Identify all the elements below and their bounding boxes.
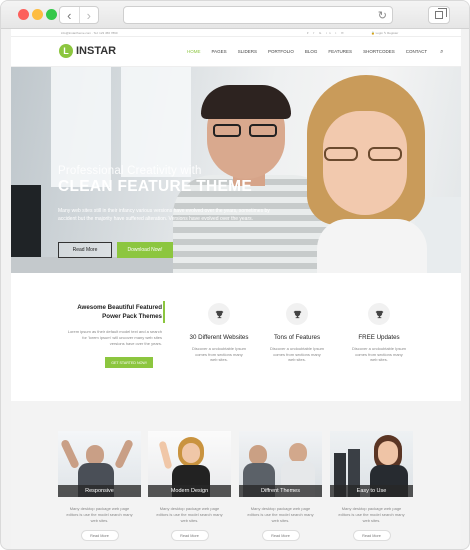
woman-top — [317, 219, 427, 273]
search-icon[interactable]: ⌕ — [440, 49, 443, 56]
address-bar[interactable]: ↻ — [123, 6, 393, 24]
card-image[interactable]: Modern Design — [148, 431, 231, 497]
feature-title: 30 Different Websites — [189, 334, 249, 341]
menu-item-portfolio[interactable]: PORTFOLIO — [268, 49, 294, 56]
tabs-overview-button[interactable] — [428, 6, 450, 24]
card-read-more-button[interactable]: Read More — [352, 530, 391, 541]
window-light — [121, 67, 191, 177]
feature-title: Tons of Features — [273, 334, 321, 341]
browser-window: ‹ › ↻ info@instartheme.com · Tel: 123 45… — [0, 0, 470, 550]
close-window-button[interactable] — [18, 9, 29, 20]
features-intro-text: Lorem ipsum as their default model text … — [67, 329, 162, 346]
card-text: Many desktop package web page editors is… — [156, 506, 223, 523]
cards-section: Responsive Many desktop package web page… — [11, 401, 461, 549]
card-read-more-button[interactable]: Read More — [170, 530, 209, 541]
man-glasses — [211, 124, 281, 137]
browser-toolbar: ‹ › ↻ — [1, 1, 469, 29]
card-text: Many desktop package web page editors is… — [66, 506, 133, 523]
hero-slider: Professional Creativity with CLEAN FEATU… — [11, 67, 461, 273]
menu-item-pages[interactable]: PAGES — [212, 49, 227, 56]
trophy-icon — [208, 303, 230, 325]
trophy-icon — [368, 303, 390, 325]
feature-item: 30 Different Websites Discover a undoubt… — [179, 303, 259, 363]
menu-item-blog[interactable]: BLOG — [305, 49, 318, 56]
card-responsive: Responsive Many desktop package web page… — [58, 431, 141, 541]
minimize-window-button[interactable] — [32, 9, 43, 20]
feature-item: Tons of Features Discover a undoubtable … — [257, 303, 337, 363]
history-nav: ‹ › — [59, 6, 99, 24]
card-label: Diffrent Themes — [239, 485, 322, 497]
man-hair — [201, 85, 291, 119]
read-more-button[interactable]: Read More — [58, 242, 112, 258]
trophy-icon — [286, 303, 308, 325]
menu-item-sliders[interactable]: SLIDERS — [238, 49, 257, 56]
card-image[interactable]: Responsive — [58, 431, 141, 497]
card-image[interactable]: Diffrent Themes — [239, 431, 322, 497]
site-header: L INSTAR HOME PAGES SLIDERS PORTFOLIO BL… — [11, 37, 461, 67]
logo-mark: L — [59, 44, 73, 58]
logo[interactable]: L INSTAR — [59, 44, 116, 58]
get-started-button[interactable]: GET STARTED NOW! — [105, 357, 153, 368]
back-button[interactable]: ‹ — [60, 7, 79, 23]
social-links[interactable]: ▾ f G in t ✉ — [307, 31, 346, 35]
card-label: Responsive — [58, 485, 141, 497]
woman-face — [323, 111, 407, 215]
tabs-icon — [435, 8, 447, 19]
card-label: Easy to Use — [330, 485, 413, 497]
features-section: Awesome Beautiful Featured Power Pack Th… — [11, 273, 461, 401]
card-text: Many desktop package web page editors is… — [247, 506, 314, 523]
menu-item-shortcodes[interactable]: SHORTCODES — [363, 49, 395, 56]
features-intro: Awesome Beautiful Featured Power Pack Th… — [67, 303, 162, 347]
hero-title: CLEAN FEATURE THEME — [58, 178, 252, 195]
contact-info: info@instartheme.com · Tel: 123 456 7890 — [61, 31, 118, 35]
maximize-window-button[interactable] — [46, 9, 57, 20]
forward-button[interactable]: › — [78, 7, 99, 23]
menu-item-features[interactable]: FEATURES — [328, 49, 352, 56]
website: info@instartheme.com · Tel: 123 456 7890… — [11, 29, 461, 549]
feature-item: FREE Updates Discover a undoubtable Ipsu… — [339, 303, 419, 363]
card-easy-to-use: Easy to Use Many desktop package web pag… — [330, 431, 413, 541]
main-menu: HOME PAGES SLIDERS PORTFOLIO BLOG FEATUR… — [187, 49, 455, 56]
top-info-bar: info@instartheme.com · Tel: 123 456 7890… — [11, 29, 461, 37]
card-read-more-button[interactable]: Read More — [80, 530, 119, 541]
card-label: Modern Design — [148, 485, 231, 497]
features-intro-title: Awesome Beautiful Featured Power Pack Th… — [77, 304, 162, 320]
feature-description: Discover a undoubtable Ipsum comes from … — [269, 346, 325, 362]
menu-item-contact[interactable]: CONTACT — [406, 49, 427, 56]
hero-description: Many web sites still in their infancy va… — [58, 208, 270, 222]
accent-divider — [163, 301, 165, 323]
download-now-button[interactable]: Download Now! — [117, 242, 173, 258]
card-modern-design: Modern Design Many desktop package web p… — [148, 431, 231, 541]
hero-subtitle: Professional Creativity with — [58, 165, 202, 177]
feature-title: FREE Updates — [358, 334, 400, 341]
menu-item-home[interactable]: HOME — [187, 49, 201, 56]
reload-icon[interactable]: ↻ — [378, 9, 387, 22]
card-different-themes: Diffrent Themes Many desktop package web… — [239, 431, 322, 541]
logo-text: INSTAR — [76, 45, 117, 57]
card-read-more-button[interactable]: Read More — [261, 530, 300, 541]
card-text: Many desktop package web page editors is… — [338, 506, 405, 523]
card-image[interactable]: Easy to Use — [330, 431, 413, 497]
feature-description: Discover a undoubtable Ipsum comes from … — [351, 346, 407, 362]
account-links[interactable]: 🔒 Login ✎ Register — [371, 31, 398, 35]
woman-glasses — [324, 147, 406, 161]
feature-description: Discover a undoubtable Ipsum comes from … — [191, 346, 247, 362]
